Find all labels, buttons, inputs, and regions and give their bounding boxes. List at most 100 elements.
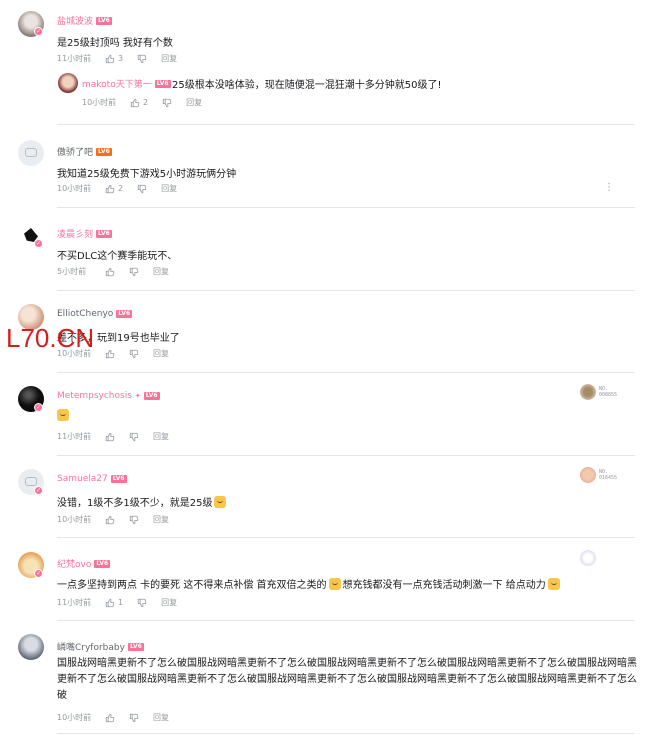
level-badge: LV6 [110, 475, 127, 483]
like-button[interactable] [105, 713, 115, 723]
dislike-button[interactable] [129, 349, 139, 359]
thumb-down-icon [137, 598, 147, 608]
username-text[interactable]: 盐城波波 [57, 14, 93, 27]
like-button[interactable] [105, 267, 115, 277]
user-avatar[interactable] [18, 140, 44, 166]
like-button[interactable]: 1 [105, 598, 123, 608]
reply-username[interactable]: makoto天下第一 LV6 [82, 77, 171, 90]
dislike-button[interactable] [129, 267, 139, 277]
reply-username-text[interactable]: makoto天下第一 [82, 77, 152, 90]
username-text[interactable]: 凌晨彡刻 [57, 227, 93, 240]
level-badge: LV6 [96, 147, 112, 156]
site-watermark: L70.CN [6, 323, 95, 353]
more-options-icon[interactable]: ⋮ [604, 182, 614, 193]
reply-meta: 10小时前 2 回复 [82, 97, 202, 108]
like-button[interactable] [105, 432, 115, 442]
like-count: 3 [118, 54, 124, 63]
like-button[interactable] [105, 349, 115, 359]
thumb-down-icon [129, 349, 139, 359]
reply-button[interactable]: 回复 [161, 53, 177, 64]
username-text[interactable]: ElliotChenyo [57, 309, 113, 319]
comment-time: 11小时前 [57, 54, 92, 63]
thumb-up-icon [105, 515, 115, 525]
divider [57, 733, 635, 734]
divider [57, 455, 635, 456]
comment-text-part: 一点多坚持到两点 卡的要死 这不得来点补偿 首充双倍之类的 [57, 580, 327, 591]
comment-time: 11小时前 [57, 598, 92, 607]
level-badge: LV6 [94, 559, 111, 568]
dislike-button[interactable] [137, 54, 147, 64]
username[interactable]: Metempsychosis ✦ LV6 [57, 391, 160, 401]
thumb-down-icon [129, 267, 139, 277]
like-count: 2 [143, 98, 149, 107]
like-count: 1 [118, 598, 124, 607]
comment-meta: 11小时前 回复 [57, 431, 169, 442]
username[interactable]: Samuela27 LV6 [57, 474, 127, 484]
thumb-up-icon [105, 184, 115, 194]
reply-avatar[interactable] [58, 73, 78, 93]
username-text[interactable]: 纪梵ovo [57, 557, 91, 570]
level-badge: LV6 [143, 392, 160, 400]
dislike-button[interactable] [129, 515, 139, 525]
thumb-up-icon [105, 432, 115, 442]
thumb-up-icon [105, 598, 115, 608]
thumb-down-icon [129, 515, 139, 525]
user-avatar[interactable] [18, 634, 44, 660]
reply-button[interactable]: 回复 [153, 712, 169, 723]
reply-button[interactable]: 回复 [153, 431, 169, 442]
thumb-down-icon [137, 54, 147, 64]
like-count: 2 [118, 184, 124, 193]
divider [57, 537, 635, 538]
username[interactable]: 纪梵ovo LV6 [57, 557, 111, 570]
comment-text-body: 没错，1级不多1级不少，就是25级 [57, 498, 213, 509]
username-text[interactable]: 嶙嘴Cryforbaby [57, 640, 125, 653]
thumb-down-icon [129, 432, 139, 442]
vip-badge-icon: ✓ [34, 486, 43, 495]
like-button[interactable]: 2 [105, 184, 123, 194]
comment-text: 不买DLC这个赛季能玩不、 [57, 251, 178, 262]
username-text[interactable]: Samuela27 [57, 474, 108, 484]
username[interactable]: 凌晨彡刻 LV6 [57, 227, 112, 240]
reply-button[interactable]: 回复 [153, 266, 169, 277]
fan-medal-number: NO. 008855 [599, 386, 618, 398]
comment-meta: 10小时前 回复 [57, 514, 169, 525]
fan-medal[interactable]: NO. 016455 [580, 467, 617, 483]
dislike-button[interactable] [129, 713, 139, 723]
thumb-up-icon [130, 98, 140, 108]
fan-medal[interactable]: NO. 008855 [580, 384, 617, 400]
level-badge: LV6 [116, 310, 133, 318]
comment-meta: 11小时前 1 回复 [57, 597, 177, 608]
username[interactable]: 傲骄了吧 LV6 [57, 145, 112, 158]
reply-button[interactable]: 回复 [153, 348, 169, 359]
level-badge: LV6 [96, 16, 112, 25]
username-text[interactable]: Metempsychosis [57, 391, 132, 401]
dislike-button[interactable] [137, 598, 147, 608]
dislike-button[interactable] [129, 432, 139, 442]
level-badge: LV6 [127, 642, 144, 651]
username-text[interactable]: 傲骄了吧 [57, 145, 93, 158]
fan-medal[interactable] [580, 550, 596, 566]
comment-text: 我知道25级免费下游戏5小时游玩俩分钟 [57, 169, 237, 180]
vip-badge-icon: ✓ [34, 239, 43, 248]
reply-button[interactable]: 回复 [161, 183, 177, 194]
emoji-icon [547, 578, 560, 590]
like-button[interactable]: 3 [105, 54, 123, 64]
divider [57, 207, 635, 208]
username[interactable]: ElliotChenyo LV6 [57, 309, 133, 319]
like-button[interactable]: 2 [130, 98, 148, 108]
username[interactable]: 嶙嘴Cryforbaby LV6 [57, 640, 144, 653]
comment-text-part: 想充钱都没有一点充钱活动刺激一下 给点动力 [342, 580, 546, 591]
reply-button[interactable]: 回复 [186, 97, 202, 108]
dislike-button[interactable] [162, 98, 172, 108]
reply-text: 25级根本没啥体验，现在随便混一混狂潮十多分钟就50级了! [172, 80, 442, 91]
comment-time: 10小时前 [57, 713, 92, 722]
like-button[interactable] [105, 515, 115, 525]
divider [57, 620, 635, 621]
thumb-up-icon [105, 349, 115, 359]
reply-button[interactable]: 回复 [153, 514, 169, 525]
thumb-down-icon [137, 184, 147, 194]
reply-button[interactable]: 回复 [161, 597, 177, 608]
thumb-up-icon [105, 713, 115, 723]
dislike-button[interactable] [137, 184, 147, 194]
username[interactable]: 盐城波波 LV6 [57, 14, 112, 27]
